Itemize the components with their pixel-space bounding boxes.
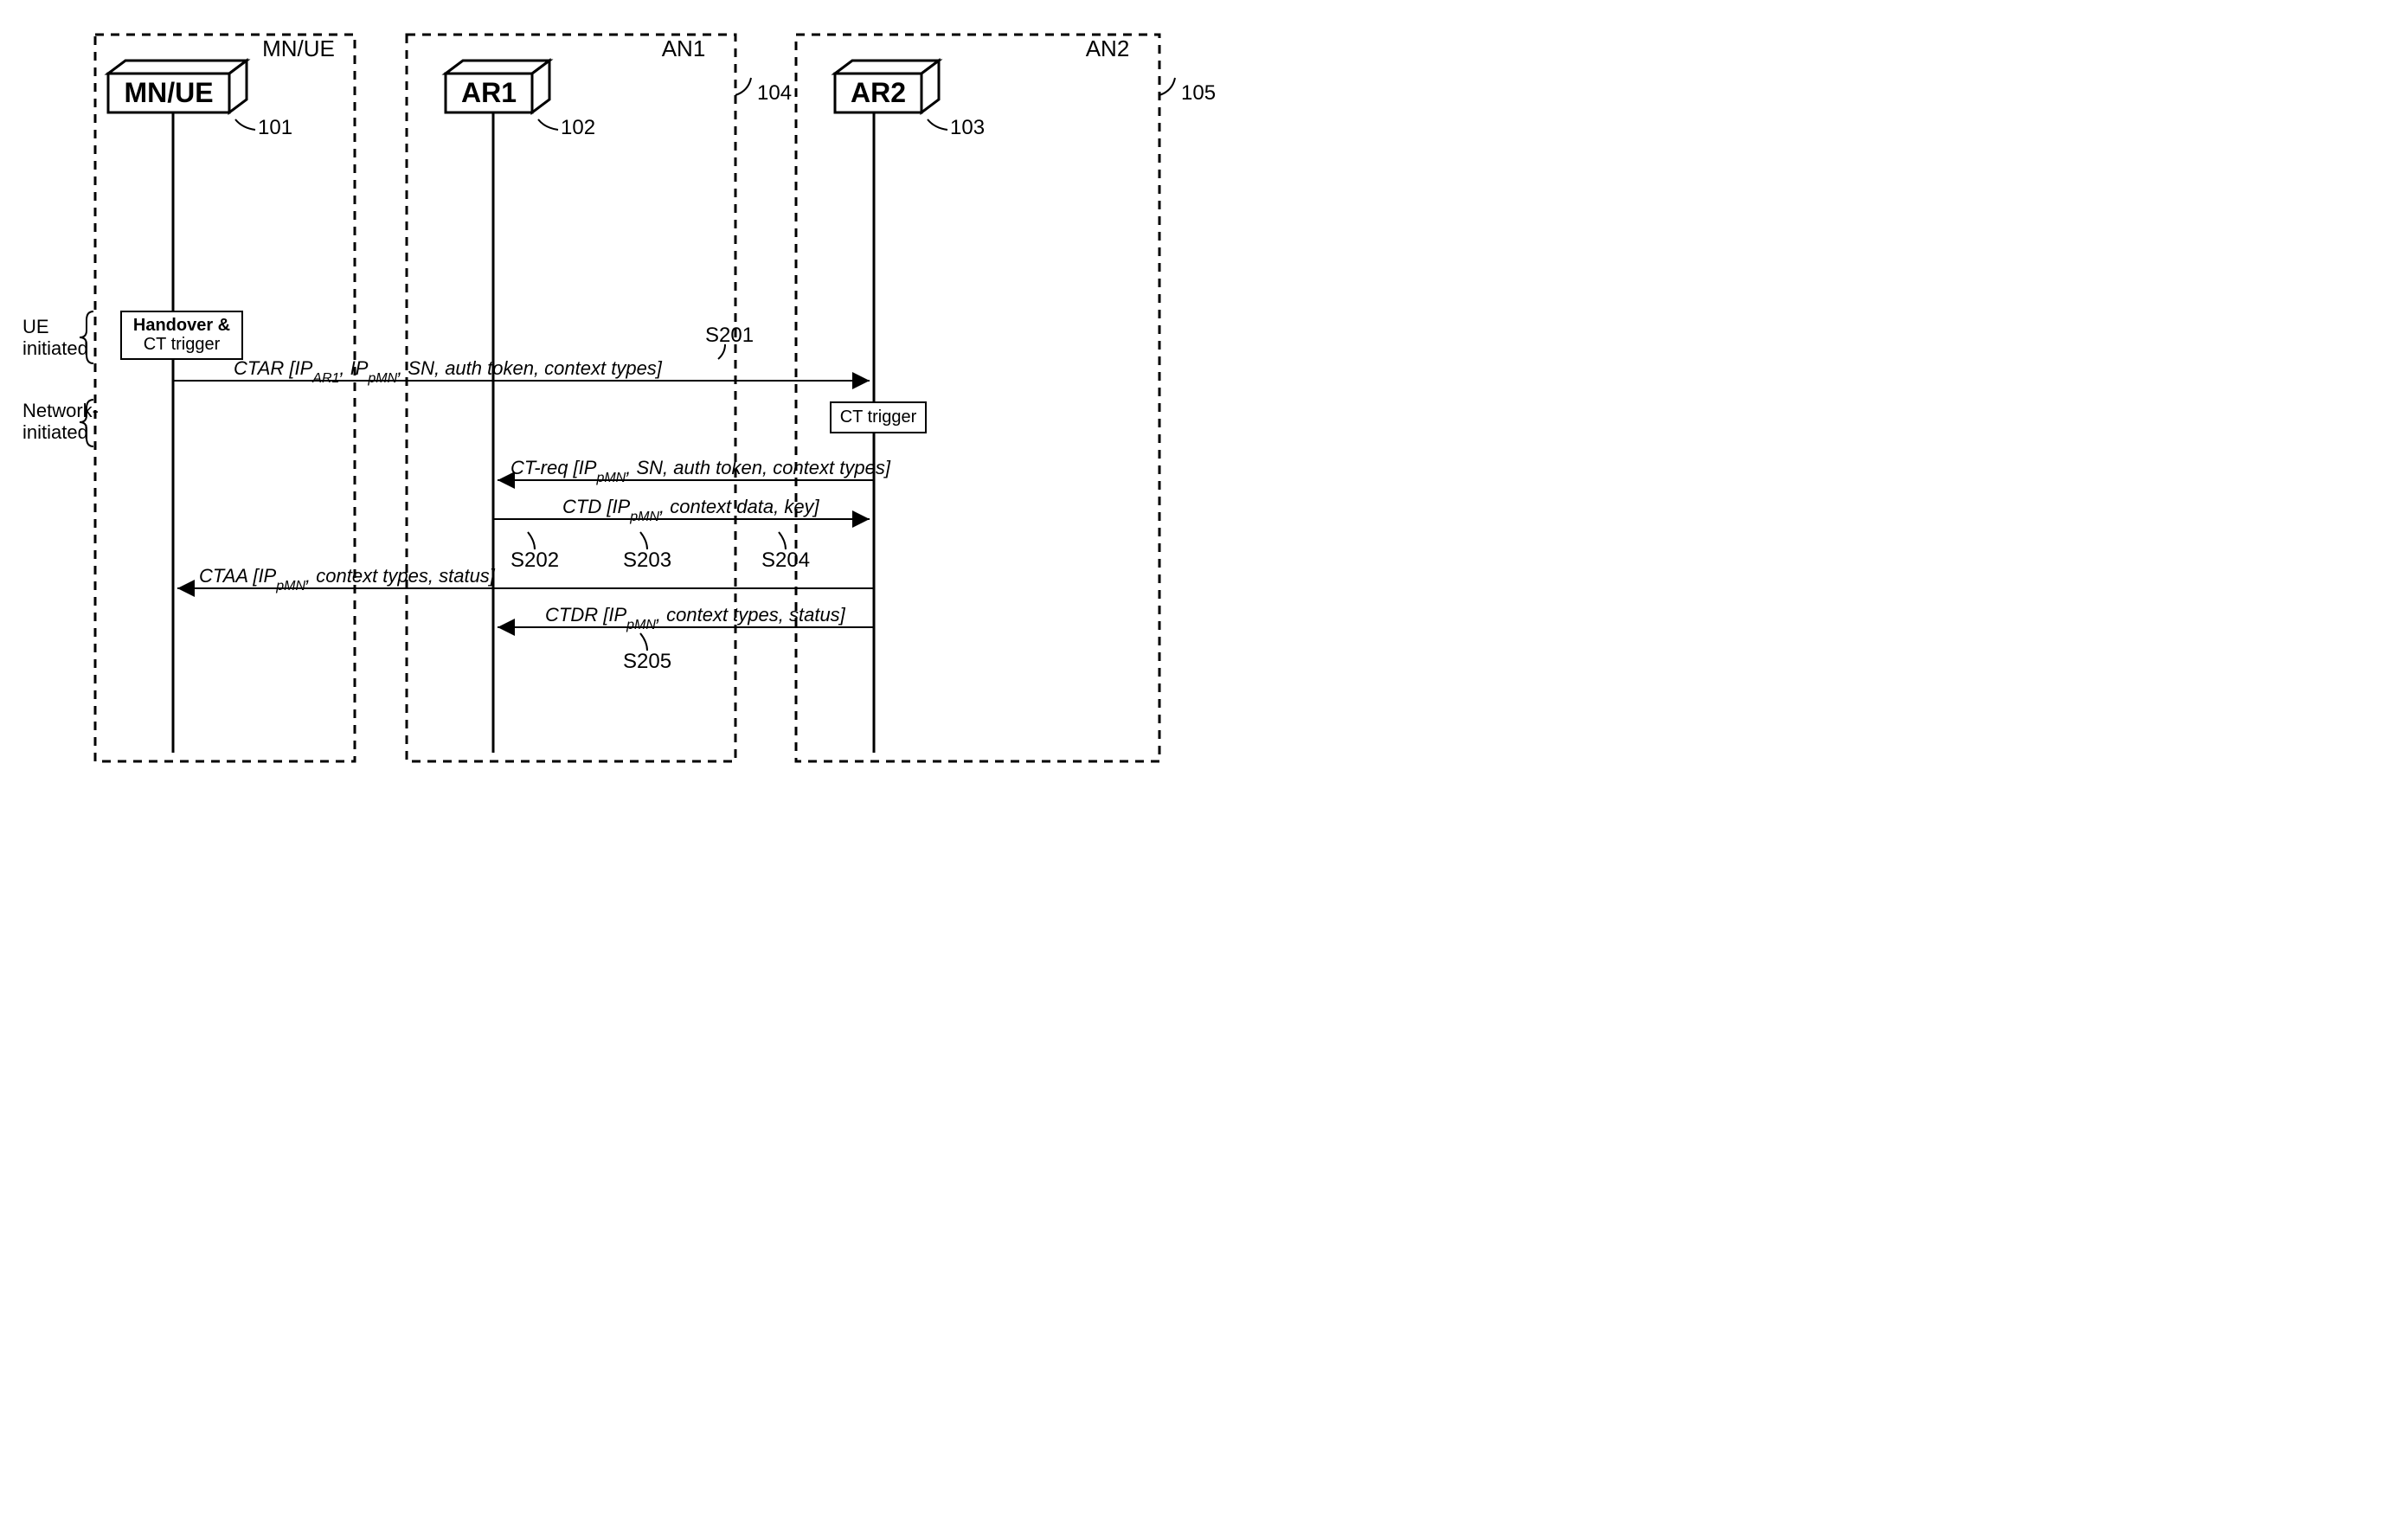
container-an1: AN1 104 bbox=[407, 35, 792, 761]
container-mn-label: MN/UE bbox=[262, 35, 335, 61]
container-an2-ref: 105 bbox=[1181, 81, 1216, 105]
svg-text:initiated: initiated bbox=[22, 337, 88, 359]
container-an1-ref: 104 bbox=[757, 81, 792, 105]
side-label-ue: UE initiated bbox=[22, 311, 93, 363]
actor-mn: MN/UE 101 bbox=[108, 61, 292, 753]
step-s205: S205 bbox=[623, 650, 671, 673]
container-mn: MN/UE bbox=[95, 35, 355, 761]
msg-ctd: CTD [IPpMN, context data, key] bbox=[493, 496, 870, 524]
steps-row: S202 S203 S204 bbox=[510, 532, 810, 572]
actor-ar1: AR1 102 bbox=[446, 61, 595, 753]
container-an1-label: AN1 bbox=[662, 35, 706, 61]
svg-text:UE: UE bbox=[22, 316, 49, 337]
actor-ar2-label: AR2 bbox=[851, 77, 906, 108]
actor-mn-label: MN/UE bbox=[124, 77, 213, 108]
svg-text:Network-: Network- bbox=[22, 400, 99, 421]
svg-text:initiated: initiated bbox=[22, 421, 88, 443]
actor-mn-ref: 101 bbox=[258, 116, 292, 139]
msg-ctar: CTAR [IPAR1, IPpMN, SN, auth token, cont… bbox=[173, 324, 870, 386]
sequence-diagram: MN/UE AN1 104 AN2 105 MN/UE 101 AR1 102 bbox=[17, 17, 1229, 796]
actor-ar1-ref: 102 bbox=[561, 116, 595, 139]
svg-text:CT trigger: CT trigger bbox=[144, 335, 221, 354]
step-s203: S203 bbox=[623, 549, 671, 572]
msg-ctdr: CTDR [IPpMN, context types, status] S205 bbox=[498, 604, 874, 673]
actor-ar1-label: AR1 bbox=[461, 77, 517, 108]
trigger-handover: Handover & CT trigger bbox=[121, 311, 242, 359]
svg-text:CT trigger: CT trigger bbox=[840, 407, 917, 427]
actor-ar2-ref: 103 bbox=[950, 116, 985, 139]
step-s201: S201 bbox=[705, 324, 754, 347]
container-an2-label: AN2 bbox=[1086, 35, 1130, 61]
svg-text:Handover &: Handover & bbox=[133, 316, 230, 335]
side-label-net: Network- initiated bbox=[22, 400, 99, 446]
step-s202: S202 bbox=[510, 549, 559, 572]
msg-ctreq: CT-req [IPpMN, SN, auth token, context t… bbox=[498, 457, 891, 485]
step-s204: S204 bbox=[761, 549, 810, 572]
trigger-ct: CT trigger bbox=[831, 402, 926, 433]
container-an2: AN2 105 bbox=[796, 35, 1216, 761]
